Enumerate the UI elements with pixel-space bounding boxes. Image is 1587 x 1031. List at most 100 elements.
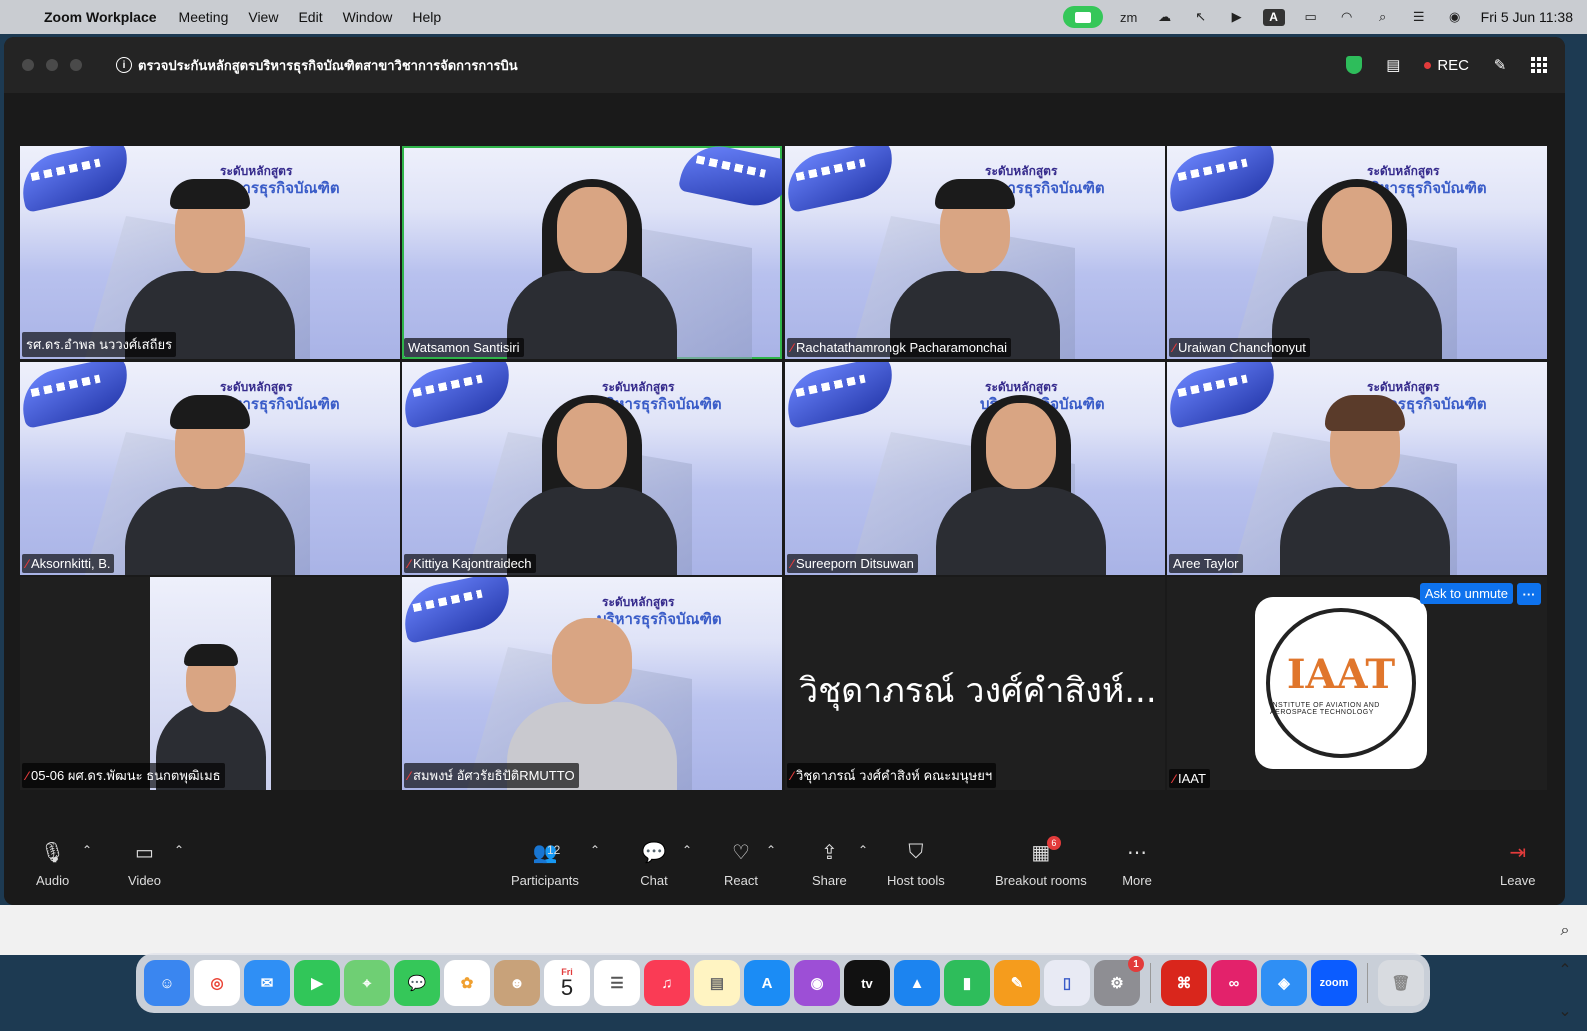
breakout-rooms-button[interactable]: ▦ 6 Breakout rooms: [995, 836, 1087, 888]
security-shield-icon[interactable]: [1346, 56, 1363, 74]
video-tile[interactable]: ระดับหลักสูตร บริหารธุรกิจบัณฑิต ⁄Sureep…: [785, 362, 1165, 575]
mic-muted-icon: ⁄: [791, 556, 794, 571]
facetime-icon[interactable]: ▶: [294, 960, 340, 1006]
video-tile[interactable]: ระดับหลักสูตร บริหารธุรกิจบัณฑิต ⁄ Kittiy…: [402, 362, 782, 575]
video-tile-active-speaker[interactable]: Watsamon Santisiri: [402, 146, 782, 359]
creative-cloud-icon[interactable]: ∞: [1211, 960, 1257, 1006]
more-button[interactable]: ⋯ More: [1122, 839, 1152, 889]
video-tile[interactable]: ระดับหลักสูตร บริหารธุรกิจบัณฑิต Aree Ta…: [1167, 362, 1547, 575]
zoom-icon[interactable]: zoom: [1311, 960, 1357, 1006]
meeting-toolbar: 🎙 Audio ⌃ ▭ Video ⌃ 👥 12 Participants ⌃ …: [4, 827, 1565, 905]
video-tile[interactable]: ระดับหลักสูตร บริหารธุรกิจบัณฑิต ⁄ สมพงษ์…: [402, 577, 782, 790]
cloud-sync-icon[interactable]: ☁: [1155, 9, 1175, 25]
chat-label: Chat: [640, 873, 668, 888]
menu-edit[interactable]: Edit: [298, 9, 322, 25]
host-tools-button[interactable]: ⛉ Host tools: [887, 839, 945, 889]
transcript-icon[interactable]: ▤: [1384, 56, 1402, 74]
messages-icon[interactable]: 💬: [394, 960, 440, 1006]
system-settings-icon[interactable]: ⚙ 1: [1094, 956, 1144, 1006]
video-tile-camera-off[interactable]: IAAT INSTITUTE OF AVIATION AND AEROSPACE…: [1167, 577, 1547, 790]
share-options-chevron-icon[interactable]: ⌃: [858, 843, 868, 857]
participant-name: Aree Taylor: [1169, 554, 1243, 573]
menu-view[interactable]: View: [248, 9, 278, 25]
participants-options-chevron-icon[interactable]: ⌃: [590, 843, 600, 857]
zoom-camera-status-icon[interactable]: [1062, 6, 1103, 28]
tv-icon[interactable]: tv: [844, 960, 890, 1006]
scroll-up-chevron-icon[interactable]: ⌃: [1558, 960, 1571, 980]
zoom-in-magnifier-icon[interactable]: ⌕: [1561, 922, 1570, 940]
notes-icon[interactable]: ▤: [694, 960, 740, 1006]
mic-muted-icon: ⁄: [26, 556, 29, 571]
maps-icon[interactable]: ⌖: [344, 960, 390, 1006]
menu-app-name[interactable]: Zoom Workplace: [44, 9, 157, 25]
settings-badge: 1: [1128, 956, 1144, 972]
app-store-icon[interactable]: A: [744, 960, 790, 1006]
participant-name: รศ.ดร.อำพล นววงศ์เสถียร: [22, 332, 177, 357]
side-controls: ⌕ ⌃ ⌄: [1543, 912, 1587, 1031]
participant-name: ⁄ 05-06 ผศ.ดร.พัฒนะ ธนกตพุฒิเมธ: [22, 763, 225, 788]
share-button[interactable]: ⇪ Share: [812, 839, 847, 889]
video-tile[interactable]: ระดับหลักสูตร บริหารธุรกิจบัณฑิต ⁄ Uraiwa…: [1167, 146, 1547, 359]
keynote-icon[interactable]: ▲: [894, 960, 940, 1006]
airplane-graphic: [20, 146, 135, 213]
siri-icon[interactable]: ◉: [1445, 9, 1465, 25]
pages-icon[interactable]: ✎: [994, 960, 1040, 1006]
safari-icon[interactable]: ◈: [1261, 960, 1307, 1006]
control-center-icon[interactable]: ☰: [1409, 9, 1429, 25]
video-tile[interactable]: ระดับหลักสูตร บริหารธุรกิจบัณฑิต รศ.ดร.อ…: [20, 146, 400, 359]
battery-icon[interactable]: ▭: [1301, 9, 1321, 25]
menu-help[interactable]: Help: [412, 9, 441, 25]
chat-options-chevron-icon[interactable]: ⌃: [682, 843, 692, 857]
chat-button[interactable]: 💬 Chat: [639, 839, 669, 889]
menubar-clock[interactable]: Fri 5 Jun 11:38: [1481, 9, 1573, 25]
cursor-icon[interactable]: ↖: [1191, 9, 1211, 25]
airplane-graphic: [785, 362, 900, 429]
pencil-icon[interactable]: ✎: [1491, 56, 1509, 74]
menu-meeting[interactable]: Meeting: [179, 9, 229, 25]
input-source-icon[interactable]: A: [1262, 8, 1285, 26]
react-button[interactable]: ♡ React: [724, 839, 758, 889]
fullscreen-window-button[interactable]: [70, 59, 82, 71]
photos-icon[interactable]: ✿: [444, 960, 490, 1006]
participant-video: [1279, 385, 1450, 575]
info-icon[interactable]: i: [116, 57, 132, 73]
mail-icon[interactable]: ✉: [244, 960, 290, 1006]
leave-button[interactable]: ⇥ Leave: [1500, 839, 1535, 889]
music-icon[interactable]: ♫: [644, 960, 690, 1006]
video-tile[interactable]: ⁄ 05-06 ผศ.ดร.พัฒนะ ธนกตพุฒิเมธ: [20, 577, 400, 790]
video-tile[interactable]: ระดับหลักสูตร บริหารธุรกิจบัณฑิต ⁄ Rachat…: [785, 146, 1165, 359]
podcasts-icon[interactable]: ◉: [794, 960, 840, 1006]
ask-to-unmute-button[interactable]: Ask to unmute: [1419, 583, 1513, 604]
video-button[interactable]: ▭ Video: [128, 839, 161, 889]
participants-button[interactable]: 👥 12 Participants: [511, 839, 579, 889]
minimize-window-button[interactable]: [46, 59, 58, 71]
dock-separator: [1367, 963, 1368, 1003]
search-icon[interactable]: ⌕: [1373, 9, 1393, 25]
gallery-view-icon[interactable]: [1531, 57, 1547, 73]
finder-icon[interactable]: ☺: [144, 960, 190, 1006]
react-options-chevron-icon[interactable]: ⌃: [766, 843, 776, 857]
video-tile[interactable]: ระดับหลักสูตร บริหารธุรกิจบัณฑิต ⁄ Aksorn…: [20, 362, 400, 575]
video-tile-camera-off[interactable]: วิชุดาภรณ์ วงศ์คำสิงห์... ⁄ วิชุดาภรณ์ วง…: [785, 577, 1165, 790]
acrobat-icon[interactable]: ⌘: [1161, 960, 1207, 1006]
recording-indicator[interactable]: REC: [1424, 57, 1469, 74]
video-options-chevron-icon[interactable]: ⌃: [174, 843, 184, 857]
contacts-icon[interactable]: ☻: [494, 960, 540, 1006]
close-window-button[interactable]: [22, 59, 34, 71]
scroll-down-chevron-icon[interactable]: ⌄: [1558, 1001, 1571, 1021]
menu-window[interactable]: Window: [343, 9, 393, 25]
zoom-menubar-icon[interactable]: zm: [1119, 9, 1139, 25]
calendar-icon[interactable]: Fri 5: [544, 960, 590, 1006]
numbers-icon[interactable]: ▮: [944, 960, 990, 1006]
chrome-icon[interactable]: ◎: [194, 960, 240, 1006]
audio-options-chevron-icon[interactable]: ⌃: [82, 843, 92, 857]
play-icon[interactable]: ▶: [1227, 9, 1247, 25]
tile-more-options-button[interactable]: ···: [1517, 583, 1541, 605]
simulator-icon[interactable]: ▯: [1044, 960, 1090, 1006]
wifi-icon[interactable]: ◠: [1337, 9, 1357, 25]
trash-icon[interactable]: 🗑: [1378, 960, 1424, 1006]
reminders-icon[interactable]: ☰: [594, 960, 640, 1006]
participants-count: 12: [547, 843, 561, 857]
audio-button[interactable]: 🎙 Audio: [36, 839, 69, 889]
share-screen-icon: ⇪: [820, 841, 838, 864]
